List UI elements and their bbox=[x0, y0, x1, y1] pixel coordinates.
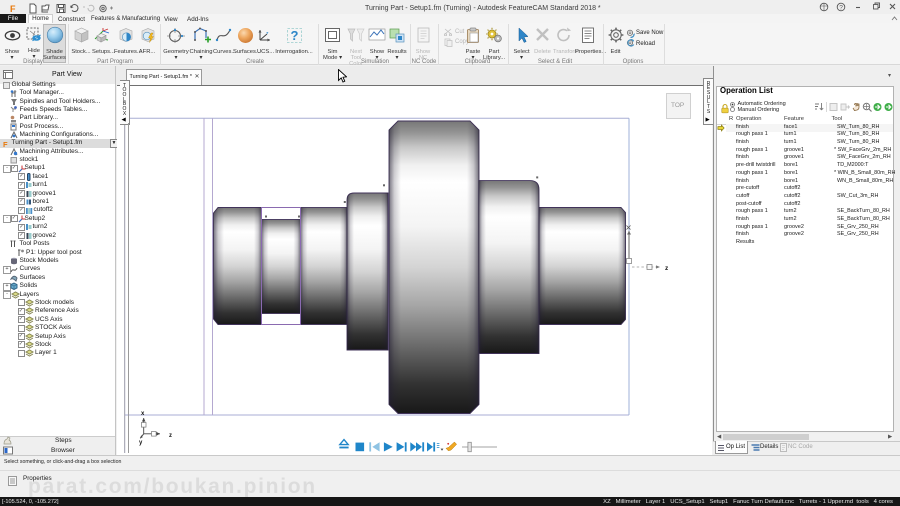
svg-text:x: x bbox=[141, 411, 145, 417]
svg-text:z: z bbox=[169, 433, 172, 439]
svg-text:z: z bbox=[665, 265, 669, 272]
svg-text:?: ? bbox=[290, 28, 298, 43]
svg-text:y: y bbox=[139, 440, 143, 446]
svg-text:?: ? bbox=[839, 4, 843, 11]
